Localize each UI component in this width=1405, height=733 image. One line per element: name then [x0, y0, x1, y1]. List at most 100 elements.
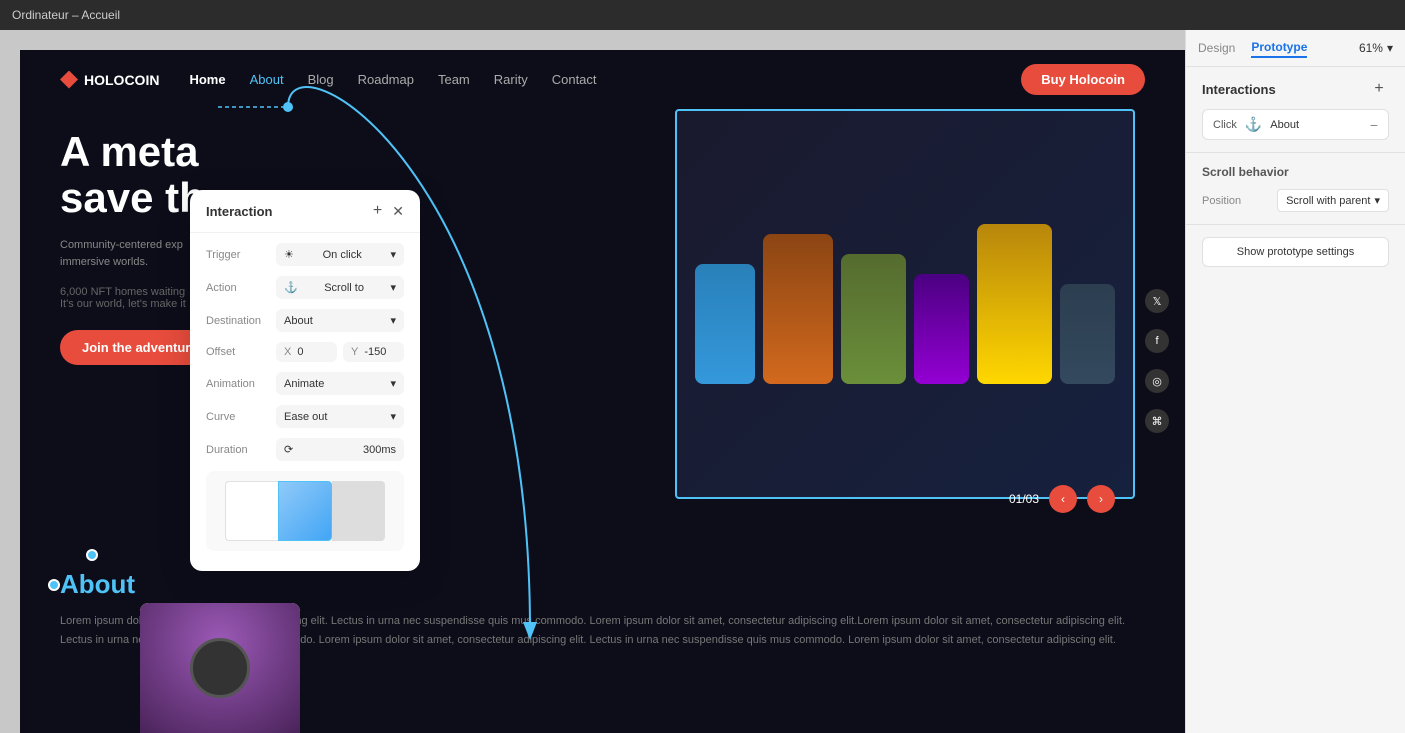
- interactions-header: Interactions +: [1202, 79, 1389, 99]
- char-5: [977, 224, 1052, 384]
- discord-icon[interactable]: ⌘: [1145, 409, 1169, 433]
- trigger-chevron: ▾: [390, 248, 396, 261]
- easing-gray-block: [332, 481, 385, 541]
- animation-row: Animation Animate ▾: [206, 372, 404, 395]
- twitter-icon[interactable]: 𝕏: [1145, 289, 1169, 313]
- social-icons: 𝕏 f ◎ ⌘: [1145, 289, 1169, 433]
- nav-link-roadmap[interactable]: Roadmap: [358, 72, 414, 87]
- chip-remove-button[interactable]: −: [1370, 117, 1378, 133]
- action-icon: ⚓: [284, 281, 298, 294]
- scroll-position-value: Scroll with parent: [1286, 195, 1370, 207]
- nav-link-rarity[interactable]: Rarity: [494, 72, 528, 87]
- easing-left-block: [225, 481, 278, 541]
- offset-x-input[interactable]: [297, 346, 327, 358]
- site-logo: HOLOCOIN: [60, 71, 159, 89]
- facebook-icon[interactable]: f: [1145, 329, 1169, 353]
- nav-link-home[interactable]: Home: [189, 72, 225, 87]
- interactions-title: Interactions: [1202, 82, 1276, 97]
- scroll-behavior-title: Scroll behavior: [1202, 165, 1389, 179]
- animation-dropdown[interactable]: Animate ▾: [276, 372, 404, 395]
- modal-header: Interaction + ✕: [190, 190, 420, 233]
- about-title: About: [60, 569, 1145, 600]
- carousel-next-button[interactable]: ›: [1087, 485, 1115, 513]
- logo-icon: [60, 71, 78, 89]
- scroll-position-row: Position Scroll with parent ▾: [1202, 189, 1389, 212]
- easing-right-block: [278, 481, 332, 541]
- interaction-chip[interactable]: Click ⚓ About −: [1202, 109, 1389, 140]
- destination-row: Destination About ▾: [206, 309, 404, 332]
- action-value: Scroll to: [324, 282, 364, 294]
- destination-dropdown[interactable]: About ▾: [276, 309, 404, 332]
- duration-label: Duration: [206, 444, 276, 456]
- zoom-value: 61%: [1359, 41, 1383, 55]
- show-prototype-settings-button[interactable]: Show prototype settings: [1202, 237, 1389, 267]
- nav-link-contact[interactable]: Contact: [552, 72, 597, 87]
- trigger-icon: ☀: [284, 248, 294, 261]
- trigger-row: Trigger ☀ On click ▾: [206, 243, 404, 266]
- buy-holocoin-button[interactable]: Buy Holocoin: [1021, 64, 1145, 95]
- curve-label: Curve: [206, 411, 276, 423]
- easing-preview: [206, 471, 404, 551]
- offset-row: Offset X Y: [206, 342, 404, 362]
- animation-chevron: ▾: [390, 377, 396, 390]
- main-layout: HOLOCOIN Home About Blog Roadmap Team Ra…: [0, 30, 1405, 733]
- animation-label: Animation: [206, 378, 276, 390]
- nav-link-blog[interactable]: Blog: [308, 72, 334, 87]
- scroll-position-dropdown[interactable]: Scroll with parent ▾: [1277, 189, 1389, 212]
- canvas-area: HOLOCOIN Home About Blog Roadmap Team Ra…: [0, 30, 1185, 733]
- action-dropdown[interactable]: ⚓ Scroll to ▾: [276, 276, 404, 299]
- animation-value: Animate: [284, 378, 324, 390]
- easing-visualization: [225, 481, 385, 541]
- modal-title: Interaction: [206, 204, 272, 219]
- carousel-prev-button[interactable]: ‹: [1049, 485, 1077, 513]
- offset-y-group: Y: [343, 342, 404, 362]
- char-4: [914, 274, 969, 384]
- nav-link-about[interactable]: About: [250, 72, 284, 87]
- offset-label: Offset: [206, 346, 276, 358]
- chip-trigger: Click: [1213, 119, 1237, 131]
- char-3: [841, 254, 906, 384]
- scroll-position-chevron: ▾: [1374, 194, 1380, 207]
- interaction-modal: Interaction + ✕ Trigger ☀ On click ▾: [190, 190, 420, 571]
- bottom-character-inner: [140, 603, 300, 733]
- tab-prototype[interactable]: Prototype: [1251, 38, 1307, 58]
- char-6: [1060, 284, 1115, 384]
- action-label: Action: [206, 282, 276, 294]
- character-figures: [675, 204, 1135, 404]
- duration-icon: ⟳: [284, 443, 293, 456]
- nav-link-team[interactable]: Team: [438, 72, 470, 87]
- chip-anchor-icon: ⚓: [1245, 116, 1262, 133]
- trigger-label: Trigger: [206, 249, 276, 261]
- modal-add-button[interactable]: +: [373, 202, 382, 220]
- destination-chevron: ▾: [390, 314, 396, 327]
- curve-chevron: ▾: [390, 410, 396, 423]
- about-anchor-dot: [86, 549, 98, 561]
- instagram-icon[interactable]: ◎: [1145, 369, 1169, 393]
- characters-box: [675, 109, 1135, 499]
- offset-y-input[interactable]: [364, 346, 394, 358]
- offset-x-group: X: [276, 342, 337, 362]
- char-1: [695, 264, 755, 384]
- trigger-dropdown[interactable]: ☀ On click ▾: [276, 243, 404, 266]
- modal-body: Trigger ☀ On click ▾ Action ⚓ Scroll to …: [190, 233, 420, 571]
- position-label: Position: [1202, 195, 1241, 207]
- tab-design[interactable]: Design: [1198, 39, 1235, 57]
- carousel-number: 01/03: [1009, 492, 1039, 506]
- action-chevron: ▾: [390, 281, 396, 294]
- action-row: Action ⚓ Scroll to ▾: [206, 276, 404, 299]
- zoom-indicator: 61% ▾: [1359, 41, 1393, 55]
- duration-value: 300ms: [363, 444, 396, 456]
- panel-tabs: Design Prototype 61% ▾: [1186, 30, 1405, 67]
- zoom-chevron: ▾: [1387, 41, 1393, 55]
- char-2: [763, 234, 833, 384]
- interactions-add-button[interactable]: +: [1369, 79, 1389, 99]
- nav-links: Home About Blog Roadmap Team Rarity Cont…: [189, 72, 1021, 87]
- logo-text: HOLOCOIN: [84, 72, 159, 88]
- offset-x-label: X: [284, 346, 291, 358]
- duration-field[interactable]: ⟳ 300ms: [276, 438, 404, 461]
- destination-value: About: [284, 315, 313, 327]
- curve-value: Ease out: [284, 411, 327, 423]
- curve-dropdown[interactable]: Ease out ▾: [276, 405, 404, 428]
- interactions-section: Interactions + Click ⚓ About −: [1186, 67, 1405, 153]
- modal-close-button[interactable]: ✕: [392, 203, 404, 220]
